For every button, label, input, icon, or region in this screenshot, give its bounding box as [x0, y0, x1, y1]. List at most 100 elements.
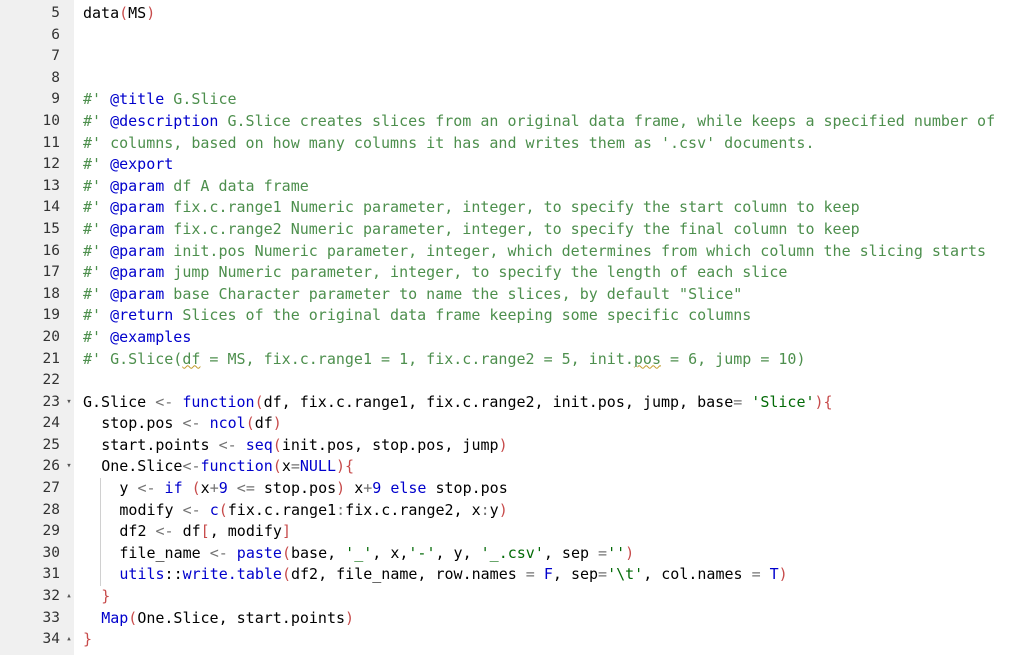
code-token: #'	[83, 241, 111, 260]
code-line[interactable]: 8	[0, 68, 1018, 90]
code-token: #'	[83, 111, 111, 130]
line-number: 27	[42, 480, 60, 497]
code-token: y	[489, 500, 499, 519]
code-line[interactable]: 26 ▾ One.Slice<-function(x=NULL){	[0, 456, 1018, 478]
code-line[interactable]: 9 #' @title G.Slice	[0, 89, 1018, 111]
line-number: 34	[42, 631, 60, 648]
code-token: fix.c.range1	[227, 500, 337, 519]
code-token: df2	[119, 522, 156, 541]
code-line[interactable]: 33 Map(One.Slice, start.points)	[0, 608, 1018, 630]
code-line[interactable]: 32 ▴}	[0, 586, 1018, 608]
code-line[interactable]: 34 ▴}	[0, 629, 1018, 651]
code-line[interactable]: 23 ▾ G.Slice <- function(df, fix.c.range1,…	[0, 392, 1018, 414]
code-token: One.Slice	[101, 457, 183, 476]
code-token: stop.pos	[101, 414, 183, 433]
code-token: =	[751, 565, 761, 584]
line-number: 5	[51, 5, 60, 21]
code-area[interactable]: 5 data(MS) 6 7 8 9 #' @title G.Slice 10 #' @desc…	[0, 3, 1018, 651]
code-token: ){	[336, 457, 355, 476]
line-number: 18	[42, 285, 60, 302]
code-token: @export	[110, 155, 174, 174]
code-token: <-	[182, 500, 201, 519]
code-token: function	[182, 392, 255, 411]
code-token: @param	[110, 263, 165, 282]
code-token: 9	[372, 479, 382, 498]
code-line[interactable]: 6	[0, 25, 1018, 47]
code-token: function	[200, 457, 273, 476]
code-text: utils::write.table(df2, file_name, row.n…	[119, 564, 787, 586]
code-token: #'	[83, 327, 111, 346]
code-line[interactable]: 10 #' @description G.Slice creates slices…	[0, 111, 1018, 133]
fold-end-icon[interactable]: ▴	[64, 586, 74, 608]
code-token: Map	[101, 608, 129, 627]
code-line[interactable]: 18 #' @param base Character parameter to …	[0, 284, 1018, 306]
code-line[interactable]: 24 stop.pos <- ncol(df)	[0, 413, 1018, 435]
code-token: )	[498, 500, 508, 519]
line-number: 22	[42, 372, 60, 389]
code-token: x	[200, 479, 210, 498]
line-number: 11	[42, 134, 60, 151]
code-line[interactable]: 13 #' @param df A data frame	[0, 176, 1018, 198]
code-token: <-	[182, 457, 201, 476]
code-line[interactable]: 5 data(MS)	[0, 3, 1018, 25]
code-line[interactable]: 12 #' @export	[0, 154, 1018, 176]
code-token: df	[182, 349, 201, 368]
code-token: x	[281, 457, 291, 476]
code-token: 'Slice'	[751, 392, 815, 411]
code-line[interactable]: 28 modify <- c(fix.c.range1:fix.c.range2,…	[0, 499, 1018, 522]
code-token: (	[254, 392, 264, 411]
code-line[interactable]: 22	[0, 370, 1018, 392]
fold-collapse-icon[interactable]: ▾	[64, 456, 74, 478]
code-token: fix.c.range2 Numeric parameter, integer,…	[164, 219, 860, 238]
code-token: :	[336, 500, 346, 519]
code-token: <-	[182, 414, 201, 433]
code-token: start.points	[101, 435, 219, 454]
code-line[interactable]: 15 #' @param fix.c.range2 Numeric paramet…	[0, 219, 1018, 241]
code-text: #' @description G.Slice creates slices f…	[83, 111, 995, 133]
code-text: Map(One.Slice, start.points)	[101, 608, 354, 630]
code-token: @return	[110, 306, 174, 325]
code-token: T	[769, 565, 779, 584]
code-token: @description	[110, 111, 219, 130]
code-token: [	[200, 522, 210, 541]
code-line[interactable]: 17 #' @param jump Numeric parameter, inte…	[0, 262, 1018, 284]
code-token: )	[146, 4, 156, 22]
code-text: file_name <- paste(base, '_', x,'-', y, …	[119, 543, 634, 565]
code-line[interactable]: 16 #' @param init.pos Numeric parameter, …	[0, 241, 1018, 263]
code-token: seq	[245, 435, 273, 454]
code-line[interactable]: 30 file_name <- paste(base, '_', x,'-', y…	[0, 542, 1018, 565]
code-token: '_'	[345, 543, 373, 562]
code-line[interactable]: 19 #' @return Slices of the original data…	[0, 305, 1018, 327]
code-line[interactable]: 7	[0, 46, 1018, 68]
code-token: (	[119, 4, 129, 22]
code-editor[interactable]: 5 data(MS) 6 7 8 9 #' @title G.Slice 10 #' @desc…	[0, 0, 1018, 655]
code-text: G.Slice <- function(df, fix.c.range1, fi…	[83, 392, 833, 414]
code-line[interactable]: 14 #' @param fix.c.range1 Numeric paramet…	[0, 197, 1018, 219]
code-token: , y,	[435, 543, 481, 562]
fold-end-icon[interactable]: ▴	[64, 629, 74, 651]
line-number: 28	[42, 501, 60, 518]
code-line[interactable]: 29 df2 <- df[, modify]	[0, 521, 1018, 543]
line-number: 7	[51, 48, 60, 65]
code-line[interactable]: 27 y <- if (x+9 <= stop.pos) x+9 else sto…	[0, 478, 1018, 500]
code-line[interactable]: 31 utils::write.table(df2, file_name, row…	[0, 564, 1018, 587]
code-text: #' @param jump Numeric parameter, intege…	[83, 262, 787, 284]
indent-guide	[100, 542, 102, 565]
code-line[interactable]: 25 start.points <- seq(init.pos, stop.pos…	[0, 435, 1018, 457]
fold-collapse-icon[interactable]: ▾	[64, 392, 74, 414]
code-token: pos	[633, 349, 661, 368]
code-text: #' @examples	[83, 327, 191, 349]
code-token: , sep	[543, 543, 599, 562]
code-line[interactable]: 11 #' columns, based on how many columns …	[0, 133, 1018, 155]
code-line[interactable]: 20 #' @examples	[0, 327, 1018, 349]
indent-guide	[100, 521, 102, 543]
code-token: +	[209, 479, 219, 498]
code-token: = MS, fix.c.range1 = 1, fix.c.range2 = 5…	[200, 349, 634, 368]
code-line[interactable]: 21 #' G.Slice(df = MS, fix.c.range1 = 1, …	[0, 349, 1018, 371]
